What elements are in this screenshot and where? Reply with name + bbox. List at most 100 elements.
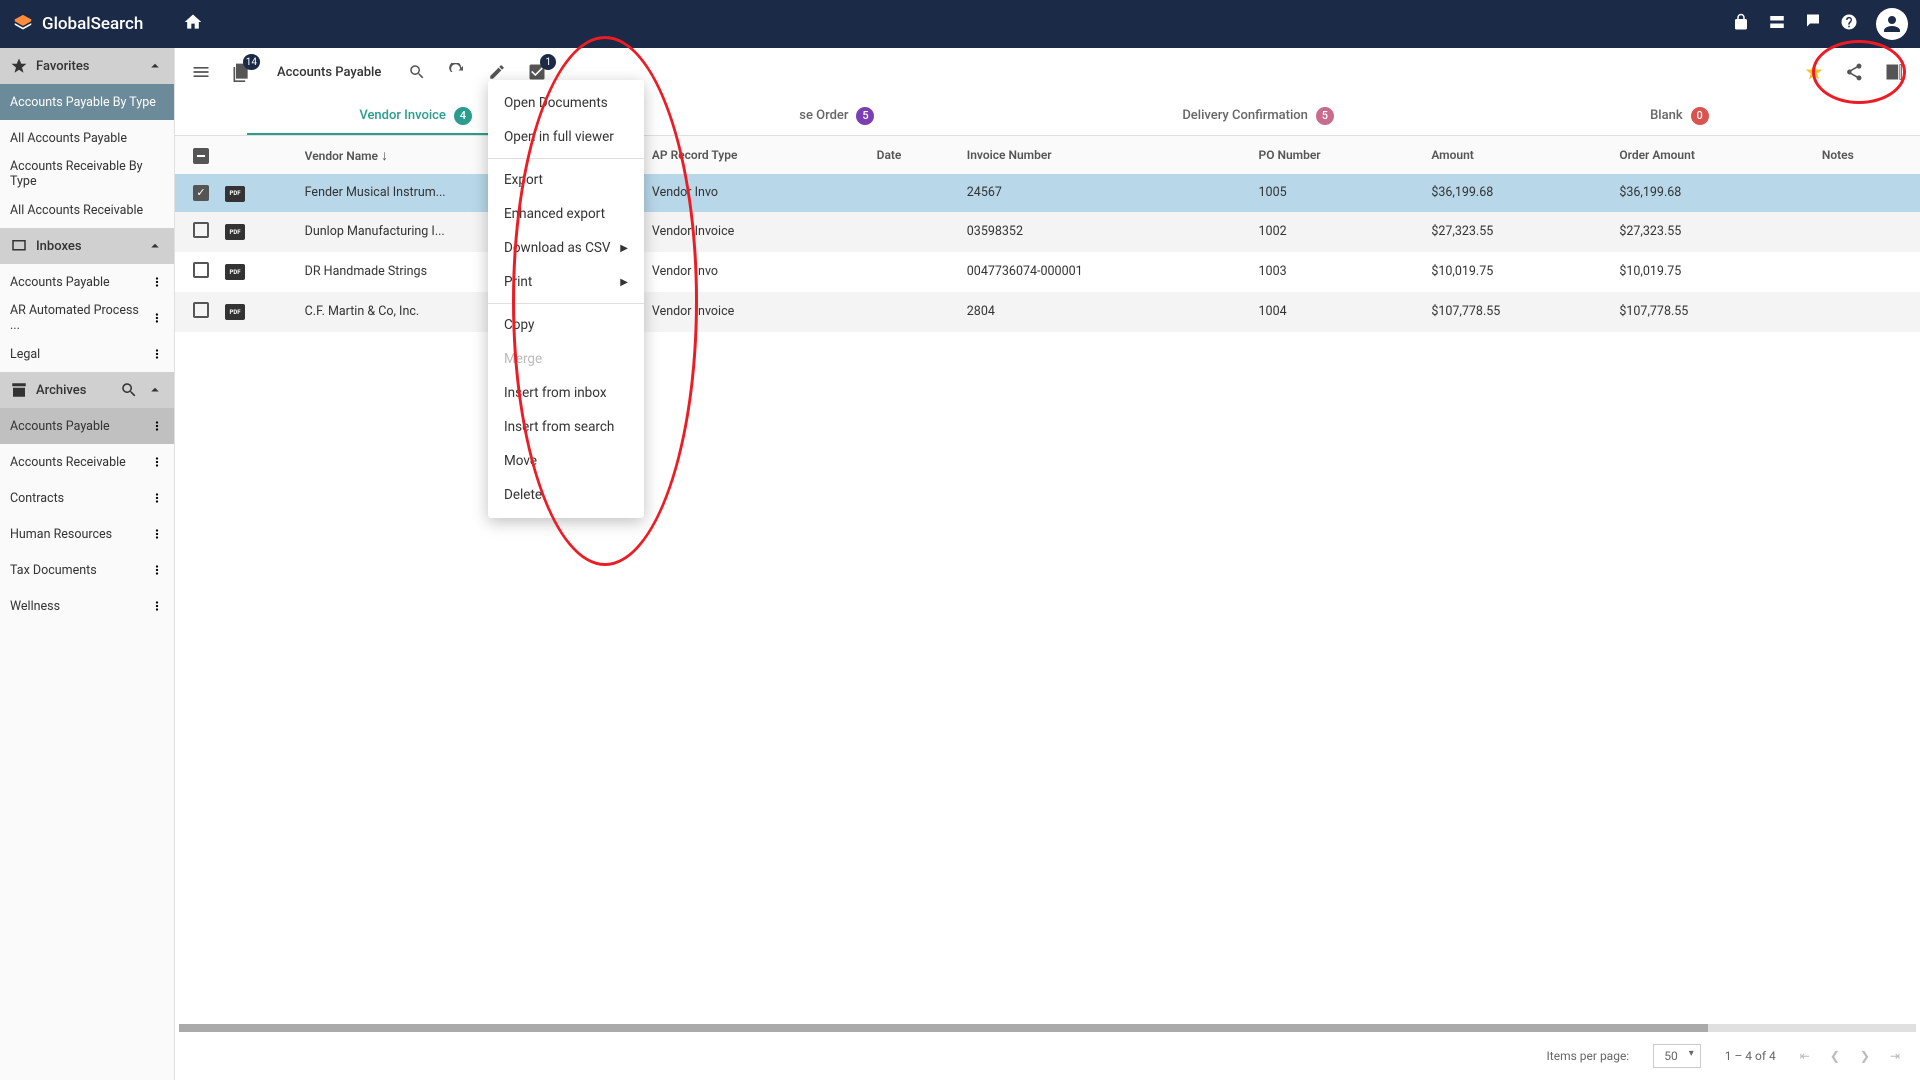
context-menu-item[interactable]: Copy (488, 308, 644, 342)
menu-separator (488, 303, 644, 304)
column-header[interactable]: AP Record Type (644, 136, 869, 174)
avatar[interactable] (1876, 8, 1908, 40)
context-menu-item[interactable]: Print▶ (488, 265, 644, 299)
row-checkbox[interactable] (193, 185, 209, 201)
table: Vendor Name↓AP Record TypeDateInvoice Nu… (175, 136, 1920, 1024)
tab[interactable]: Blank0 (1469, 96, 1890, 135)
column-header[interactable]: Amount (1423, 136, 1611, 174)
items-per-page-label: Items per page: (1547, 1049, 1630, 1063)
context-menu-item[interactable]: Delete (488, 478, 644, 512)
sidebar-item[interactable]: Contracts (0, 480, 174, 516)
page-nav: ⇤ ❮ ❯ ⇥ (1800, 1049, 1900, 1063)
context-menu-item[interactable]: Export (488, 163, 644, 197)
main: 14 Accounts Payable 1 Vendor Invoice4se … (175, 48, 1920, 1080)
table-row[interactable]: PDF Fender Musical Instrum...Vendor Invo… (175, 174, 1920, 212)
archives-header[interactable]: Archives (0, 372, 174, 408)
more-icon[interactable] (150, 563, 164, 577)
sidebar-item[interactable]: Accounts Payable By Type (0, 84, 174, 120)
sidebar-item[interactable]: Accounts Receivable By Type (0, 156, 174, 192)
table-row[interactable]: PDF C.F. Martin & Co, Inc.Vendor Invoice… (175, 292, 1920, 332)
sidebar-item[interactable]: All Accounts Payable (0, 120, 174, 156)
brand-logo[interactable]: GlobalSearch (12, 13, 143, 35)
search-icon[interactable] (120, 381, 138, 399)
doc-count-badge: 14 (243, 54, 260, 70)
pagination-footer: Items per page: 50 1 – 4 of 4 ⇤ ❮ ❯ ⇥ (175, 1032, 1920, 1080)
context-menu-item[interactable]: Move (488, 444, 644, 478)
context-menu-item[interactable]: Insert from search (488, 410, 644, 444)
more-icon[interactable] (150, 311, 164, 325)
column-header[interactable]: Notes (1814, 136, 1920, 174)
chevron-up-icon (146, 57, 164, 75)
lock-icon[interactable] (1732, 13, 1750, 35)
prev-page-button[interactable]: ❮ (1830, 1049, 1840, 1063)
storage-icon[interactable] (1768, 13, 1786, 35)
column-header[interactable]: PO Number (1251, 136, 1424, 174)
table-row[interactable]: PDF Dunlop Manufacturing I...Vendor Invo… (175, 212, 1920, 252)
more-icon[interactable] (150, 527, 164, 541)
sidebar-item[interactable]: Accounts Payable (0, 408, 174, 444)
pdf-icon[interactable]: PDF (225, 186, 245, 202)
items-per-page-select[interactable]: 50 (1653, 1044, 1701, 1068)
more-icon[interactable] (150, 491, 164, 505)
more-icon[interactable] (150, 455, 164, 469)
chevron-up-icon (146, 381, 164, 399)
pdf-icon[interactable]: PDF (225, 264, 245, 280)
refresh-button[interactable] (445, 60, 469, 84)
favorite-star-button[interactable] (1802, 60, 1826, 84)
tab[interactable]: se Order5 (626, 96, 1047, 135)
sidebar-item[interactable]: Human Resources (0, 516, 174, 552)
favorites-header[interactable]: Favorites (0, 48, 174, 84)
pdf-icon[interactable]: PDF (225, 224, 245, 240)
archives-label: Archives (36, 383, 86, 398)
pdf-icon[interactable]: PDF (225, 304, 245, 320)
column-header[interactable]: Date (869, 136, 959, 174)
inbox-icon (10, 237, 28, 255)
context-menu-item[interactable]: Open Documents (488, 86, 644, 120)
toolbar: 14 Accounts Payable 1 (175, 48, 1920, 96)
search-button[interactable] (405, 60, 429, 84)
more-icon[interactable] (150, 275, 164, 289)
help-icon[interactable] (1840, 13, 1858, 35)
more-icon[interactable] (150, 347, 164, 361)
context-menu-item[interactable]: Download as CSV▶ (488, 231, 644, 265)
home-button[interactable] (183, 12, 203, 36)
context-menu-item[interactable]: Enhanced export (488, 197, 644, 231)
topbar: GlobalSearch (0, 0, 1920, 48)
table-row[interactable]: PDF DR Handmade StringsVendor Invo004773… (175, 252, 1920, 292)
context-menu-item[interactable]: Open in full viewer (488, 120, 644, 154)
next-page-button[interactable]: ❯ (1860, 1049, 1870, 1063)
note-icon[interactable] (1804, 13, 1822, 35)
row-checkbox[interactable] (193, 262, 209, 278)
inboxes-label: Inboxes (36, 239, 82, 254)
context-menu-item[interactable]: Insert from inbox (488, 376, 644, 410)
first-page-button[interactable]: ⇤ (1800, 1049, 1810, 1063)
tab[interactable]: Delivery Confirmation5 (1048, 96, 1469, 135)
more-icon[interactable] (150, 599, 164, 613)
last-page-button[interactable]: ⇥ (1890, 1049, 1900, 1063)
sidebar-item[interactable]: AR Automated Process ... (0, 300, 174, 336)
brand-text: GlobalSearch (42, 14, 143, 34)
share-button[interactable] (1842, 60, 1866, 84)
select-all-checkbox[interactable] (193, 148, 209, 164)
inboxes-header[interactable]: Inboxes (0, 228, 174, 264)
sidebar-item[interactable]: Accounts Payable (0, 264, 174, 300)
more-icon[interactable] (150, 419, 164, 433)
page-range: 1 – 4 of 4 (1725, 1049, 1776, 1063)
row-checkbox[interactable] (193, 222, 209, 238)
column-header[interactable]: Invoice Number (959, 136, 1251, 174)
row-checkbox[interactable] (193, 302, 209, 318)
menu-button[interactable] (189, 60, 213, 84)
panel-toggle-button[interactable] (1882, 60, 1906, 84)
chevron-up-icon (146, 237, 164, 255)
sidebar-item[interactable]: All Accounts Receivable (0, 192, 174, 228)
column-header[interactable]: Order Amount (1611, 136, 1813, 174)
horizontal-scrollbar[interactable] (179, 1024, 1916, 1032)
sidebar-item[interactable]: Wellness (0, 588, 174, 624)
check-count-badge: 1 (540, 54, 556, 70)
sidebar-item[interactable]: Tax Documents (0, 552, 174, 588)
document-stack-button[interactable]: 14 (229, 60, 253, 84)
sidebar-item[interactable]: Legal (0, 336, 174, 372)
logo-icon (12, 13, 34, 35)
sidebar-item[interactable]: Accounts Receivable (0, 444, 174, 480)
favorites-label: Favorites (36, 59, 89, 74)
